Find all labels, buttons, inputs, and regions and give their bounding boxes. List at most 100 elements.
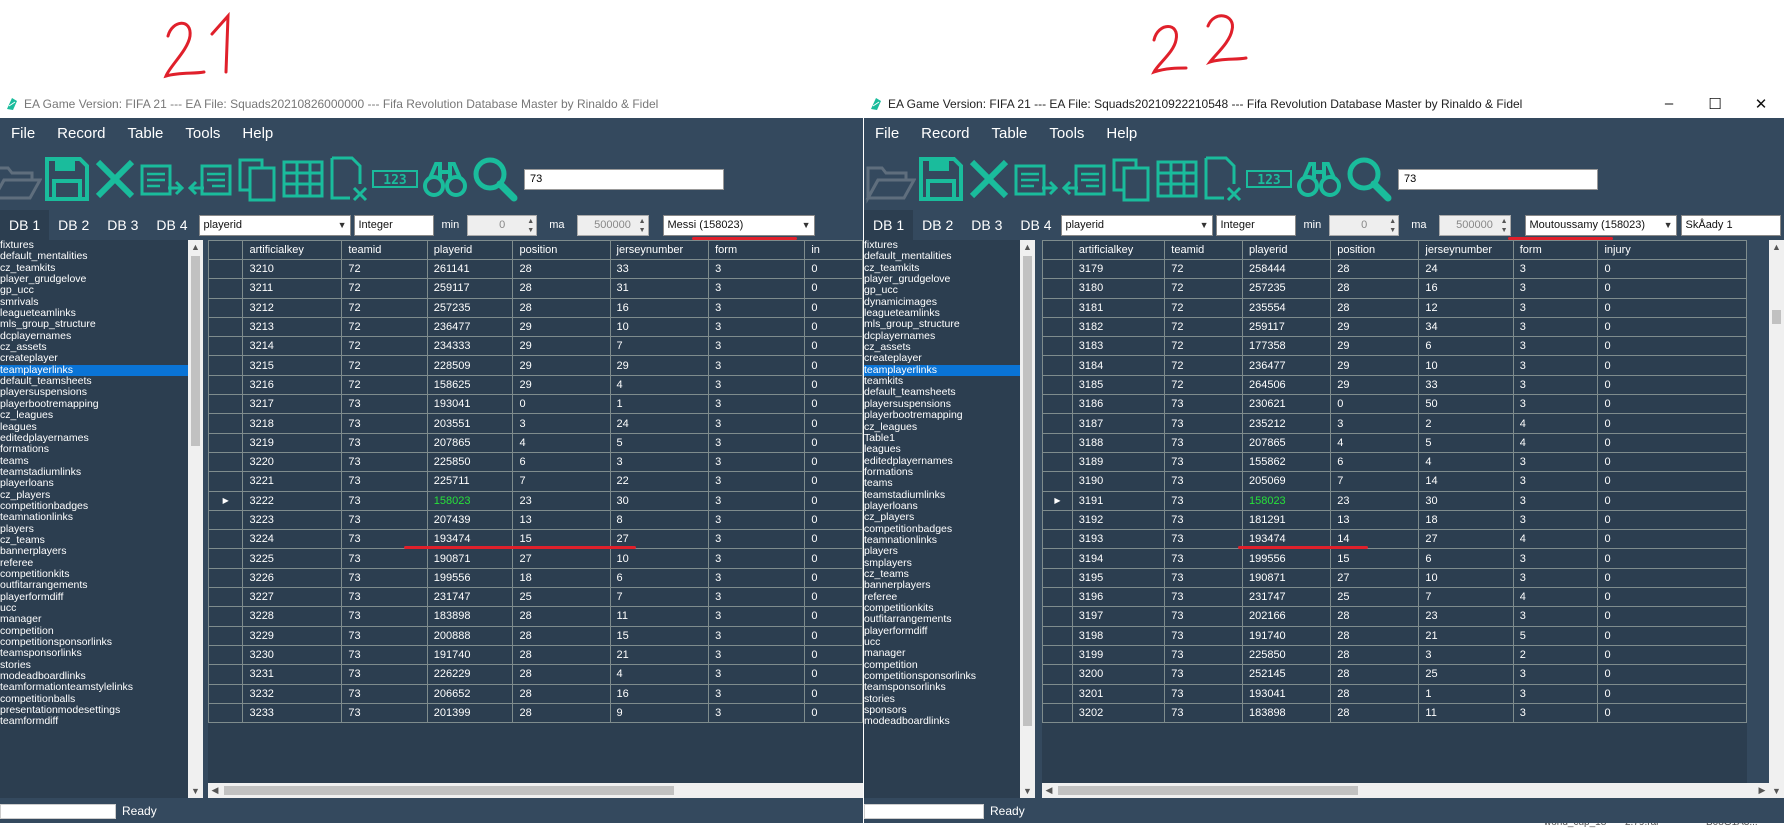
- scroll-thumb[interactable]: [1772, 310, 1781, 324]
- table-cell[interactable]: 6: [1418, 548, 1514, 569]
- table-cell[interactable]: 3222: [242, 490, 343, 511]
- table-cell[interactable]: 73: [341, 432, 428, 453]
- tab-db4[interactable]: DB 4: [147, 210, 196, 240]
- table-cell[interactable]: 50: [1418, 394, 1514, 415]
- column-header-form[interactable]: form: [708, 240, 806, 260]
- tab-db3[interactable]: DB 3: [98, 210, 147, 240]
- table-row[interactable]: 3233 73 201399 28 9 3 0: [208, 702, 863, 724]
- table-cell[interactable]: 3: [1512, 297, 1599, 318]
- table-cell[interactable]: 0: [1597, 413, 1747, 434]
- row-header[interactable]: [1042, 316, 1073, 338]
- row-header[interactable]: [1042, 702, 1073, 724]
- table-cell[interactable]: 3: [1512, 606, 1599, 627]
- table-cell[interactable]: 226229: [426, 664, 514, 685]
- close-icon[interactable]: [92, 151, 138, 207]
- table-cell[interactable]: 73: [341, 606, 428, 627]
- table-cell[interactable]: 28: [512, 606, 611, 627]
- table-cell[interactable]: 16: [1418, 278, 1514, 299]
- row-header[interactable]: [1042, 644, 1073, 666]
- menu-record[interactable]: Record: [46, 125, 116, 142]
- column-header-jerseynumber[interactable]: jerseynumber: [1418, 240, 1514, 260]
- table-list-item[interactable]: playerloans: [0, 477, 188, 489]
- field-select[interactable]: playerid ▼: [198, 214, 351, 236]
- table-cell[interactable]: 3: [708, 606, 806, 627]
- table-cell[interactable]: 257235: [1241, 278, 1332, 299]
- table-cell[interactable]: 18: [1418, 509, 1514, 531]
- grid-horizontal-scrollbar[interactable]: ◀ ▶: [1042, 783, 1769, 798]
- table-cell[interactable]: 207865: [426, 432, 514, 453]
- table-row[interactable]: 3187 73 235212 3 2 4 0: [1042, 413, 1747, 434]
- tab-db3[interactable]: DB 3: [962, 210, 1011, 240]
- table-cell[interactable]: 72: [341, 316, 428, 338]
- table-list-item[interactable]: teamnationlinks: [0, 511, 188, 523]
- table-cell[interactable]: 3196: [1071, 587, 1166, 608]
- table-cell[interactable]: 193041: [426, 394, 514, 415]
- table-cell[interactable]: 28: [512, 297, 611, 318]
- menu-tools[interactable]: Tools: [1038, 125, 1095, 142]
- grid-horizontal-scrollbar[interactable]: ◀: [208, 783, 863, 798]
- row-header[interactable]: [208, 297, 244, 318]
- table-cell[interactable]: 0: [1597, 606, 1747, 627]
- search-icon[interactable]: [470, 151, 518, 207]
- table-row[interactable]: 3218 73 203551 3 24 3 0: [208, 413, 863, 434]
- table-cell[interactable]: 0: [804, 529, 863, 550]
- table-cell[interactable]: 11: [1418, 702, 1514, 724]
- min-spinner[interactable]: 0 ▲ ▼: [467, 214, 538, 236]
- table-cell[interactable]: 183898: [1241, 702, 1332, 724]
- search-input[interactable]: [524, 168, 724, 190]
- table-cell[interactable]: 24: [1418, 258, 1514, 280]
- row-header[interactable]: [1042, 509, 1073, 531]
- table-cell[interactable]: 73: [1164, 529, 1243, 550]
- table-cell[interactable]: 6: [1330, 451, 1420, 473]
- table-cell[interactable]: 3184: [1071, 355, 1166, 376]
- table-cell[interactable]: 28: [1330, 664, 1420, 685]
- table-cell[interactable]: 1: [609, 394, 710, 415]
- scroll-left-icon[interactable]: ◀: [1042, 783, 1056, 798]
- table-cell[interactable]: 0: [1597, 567, 1747, 589]
- table-row[interactable]: 3188 73 207865 4 5 4 0: [1042, 432, 1747, 453]
- row-header[interactable]: [1042, 355, 1073, 376]
- save-icon[interactable]: [916, 151, 966, 207]
- table-cell[interactable]: 234333: [426, 336, 514, 357]
- column-header-playerid[interactable]: playerid: [426, 240, 514, 260]
- table-cell[interactable]: 3202: [1071, 702, 1166, 724]
- table-cell[interactable]: 0: [804, 644, 863, 666]
- row-header[interactable]: [208, 374, 244, 396]
- table-cell[interactable]: 0: [804, 606, 863, 627]
- table-cell[interactable]: 73: [1164, 394, 1243, 415]
- table-row[interactable]: 3232 73 206652 28 16 3 0: [208, 683, 863, 704]
- table-cell[interactable]: 3218: [242, 413, 343, 434]
- table-cell[interactable]: 72: [1164, 278, 1243, 299]
- table-cell[interactable]: 259117: [426, 278, 514, 299]
- table-row[interactable]: 3228 73 183898 28 11 3 0: [208, 606, 863, 627]
- table-cell[interactable]: 72: [1164, 258, 1243, 280]
- column-header-artificialkey[interactable]: artificialkey: [242, 240, 343, 260]
- table-cell[interactable]: 0: [804, 683, 863, 704]
- table-cell[interactable]: 3: [708, 374, 806, 396]
- table-cell[interactable]: 73: [341, 509, 428, 531]
- table-cell[interactable]: 29: [609, 355, 710, 376]
- table-cell[interactable]: 29: [1330, 316, 1420, 338]
- import-icon[interactable]: [138, 151, 186, 207]
- table-cell[interactable]: 202166: [1241, 606, 1332, 627]
- table-cell[interactable]: 3: [1512, 355, 1599, 376]
- row-header[interactable]: [208, 529, 244, 550]
- table-cell[interactable]: 158023: [426, 490, 514, 511]
- table-cell[interactable]: 73: [1164, 490, 1243, 511]
- table-cell[interactable]: 0: [512, 394, 611, 415]
- table-cell[interactable]: 3214: [242, 336, 343, 357]
- table-cell[interactable]: 3: [1512, 567, 1599, 589]
- table-cell[interactable]: 7: [512, 471, 611, 492]
- table-cell[interactable]: 258444: [1241, 258, 1332, 280]
- table-cell[interactable]: 4: [1512, 529, 1599, 550]
- table-cell[interactable]: 23: [512, 490, 611, 511]
- table-list-scrollbar[interactable]: ▲ ▼: [1020, 240, 1035, 798]
- table-cell[interactable]: 3: [1512, 258, 1599, 280]
- table-cell[interactable]: 3230: [242, 644, 343, 666]
- table-cell[interactable]: 73: [1164, 587, 1243, 608]
- table-cell[interactable]: 28: [1330, 625, 1420, 646]
- table-cell[interactable]: 28: [1330, 278, 1420, 299]
- tab-db4[interactable]: DB 4: [1011, 210, 1060, 240]
- table-cell[interactable]: 0: [804, 258, 863, 280]
- scroll-thumb[interactable]: [1023, 256, 1032, 726]
